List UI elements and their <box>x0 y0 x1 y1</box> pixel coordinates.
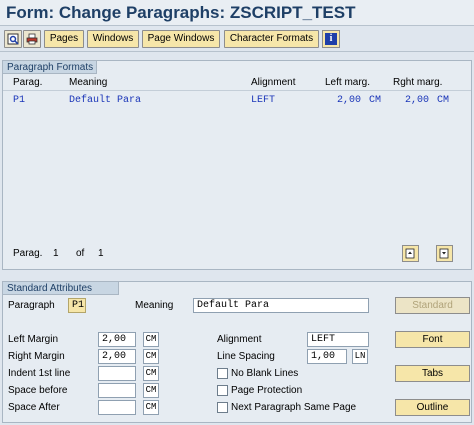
left-margin-label: Left Margin <box>8 334 59 345</box>
column-header-left-margin: Left marg. <box>325 77 371 88</box>
no-blank-lines-checkbox[interactable] <box>217 368 228 379</box>
tabs-button[interactable]: Tabs <box>395 365 470 382</box>
paragraph-formats-header: Paragraph Formats <box>3 61 97 74</box>
last-page-button[interactable] <box>436 245 453 262</box>
standard-button[interactable]: Standard <box>395 297 470 314</box>
meaning-field[interactable]: Default Para <box>193 298 369 313</box>
line-spacing-field[interactable]: 1,00 <box>307 349 347 364</box>
pager-current: 1 <box>53 248 59 259</box>
page-protection-label: Page Protection <box>231 385 303 396</box>
indent-first-line-label: Indent 1st line <box>8 368 71 379</box>
paragraph-field[interactable]: P1 <box>68 298 86 313</box>
column-header-parag: Parag. <box>13 77 43 88</box>
info-button[interactable]: i <box>322 30 340 48</box>
row-alignment[interactable]: LEFT <box>251 94 275 108</box>
page-up-icon <box>405 248 415 259</box>
print-button[interactable] <box>23 30 41 48</box>
column-header-meaning: Meaning <box>69 77 108 88</box>
pages-button[interactable]: Pages <box>44 30 84 48</box>
next-paragraph-same-page-checkbox[interactable] <box>217 402 228 413</box>
info-icon: i <box>325 33 337 45</box>
space-before-label: Space before <box>8 385 68 396</box>
first-page-button[interactable] <box>402 245 419 262</box>
page-windows-button[interactable]: Page Windows <box>142 30 220 48</box>
character-formats-button[interactable]: Character Formats <box>224 30 319 48</box>
space-after-unit[interactable]: CM <box>143 400 159 415</box>
row-meaning[interactable]: Default Para <box>69 94 141 108</box>
space-before-unit[interactable]: CM <box>143 383 159 398</box>
page-protection-checkbox[interactable] <box>217 385 228 396</box>
right-margin-unit[interactable]: CM <box>143 349 159 364</box>
line-spacing-label: Line Spacing <box>217 351 275 362</box>
page-down-icon <box>439 248 449 259</box>
row-left-margin-value[interactable]: 2,00 <box>337 94 361 108</box>
table-header: Parag. Meaning Alignment Left marg. Rght… <box>3 75 471 91</box>
application-toolbar: Pages Windows Page Windows Character For… <box>0 26 474 52</box>
outline-button[interactable]: Outline <box>395 399 470 416</box>
row-left-margin-unit[interactable]: CM <box>369 94 381 108</box>
alignment-field[interactable]: LEFT <box>307 332 369 347</box>
next-paragraph-same-page-label: Next Paragraph Same Page <box>231 402 357 413</box>
paragraph-formats-panel: Paragraph Formats Parag. Meaning Alignme… <box>2 60 472 270</box>
windows-button[interactable]: Windows <box>87 30 139 48</box>
right-margin-label: Right Margin <box>8 351 65 362</box>
space-before-field[interactable] <box>98 383 136 398</box>
line-spacing-unit[interactable]: LN <box>352 349 368 364</box>
no-blank-lines-label: No Blank Lines <box>231 368 299 379</box>
indent-first-line-field[interactable] <box>98 366 136 381</box>
overview-button[interactable] <box>4 30 22 48</box>
pager-label: Parag. <box>13 248 43 259</box>
right-margin-field[interactable]: 2,00 <box>98 349 136 364</box>
row-parag[interactable]: P1 <box>13 94 25 108</box>
pager-of-label: of <box>76 248 85 259</box>
paragraph-label: Paragraph <box>8 300 55 311</box>
column-header-alignment: Alignment <box>251 77 296 88</box>
row-right-margin-value[interactable]: 2,00 <box>405 94 429 108</box>
row-right-margin-unit[interactable]: CM <box>437 94 449 108</box>
space-after-field[interactable] <box>98 400 136 415</box>
meaning-label: Meaning <box>135 300 174 311</box>
font-button[interactable]: Font <box>395 331 470 348</box>
overview-icon <box>7 33 19 45</box>
print-icon <box>26 33 38 45</box>
left-margin-unit[interactable]: CM <box>143 332 159 347</box>
column-header-right-margin: Rght marg. <box>393 77 443 88</box>
indent-first-line-unit[interactable]: CM <box>143 366 159 381</box>
alignment-label: Alignment <box>217 334 262 345</box>
space-after-label: Space After <box>8 402 60 413</box>
left-margin-field[interactable]: 2,00 <box>98 332 136 347</box>
window-title: Form: Change Paragraphs: ZSCRIPT_TEST <box>6 3 356 22</box>
paragraph-table: P1 Default Para LEFT 2,00 CM 2,00 CM <box>3 91 471 225</box>
standard-attributes-header: Standard Attributes <box>3 282 119 295</box>
title-bar: Form: Change Paragraphs: ZSCRIPT_TEST <box>0 0 474 26</box>
pager-total: 1 <box>98 248 104 259</box>
